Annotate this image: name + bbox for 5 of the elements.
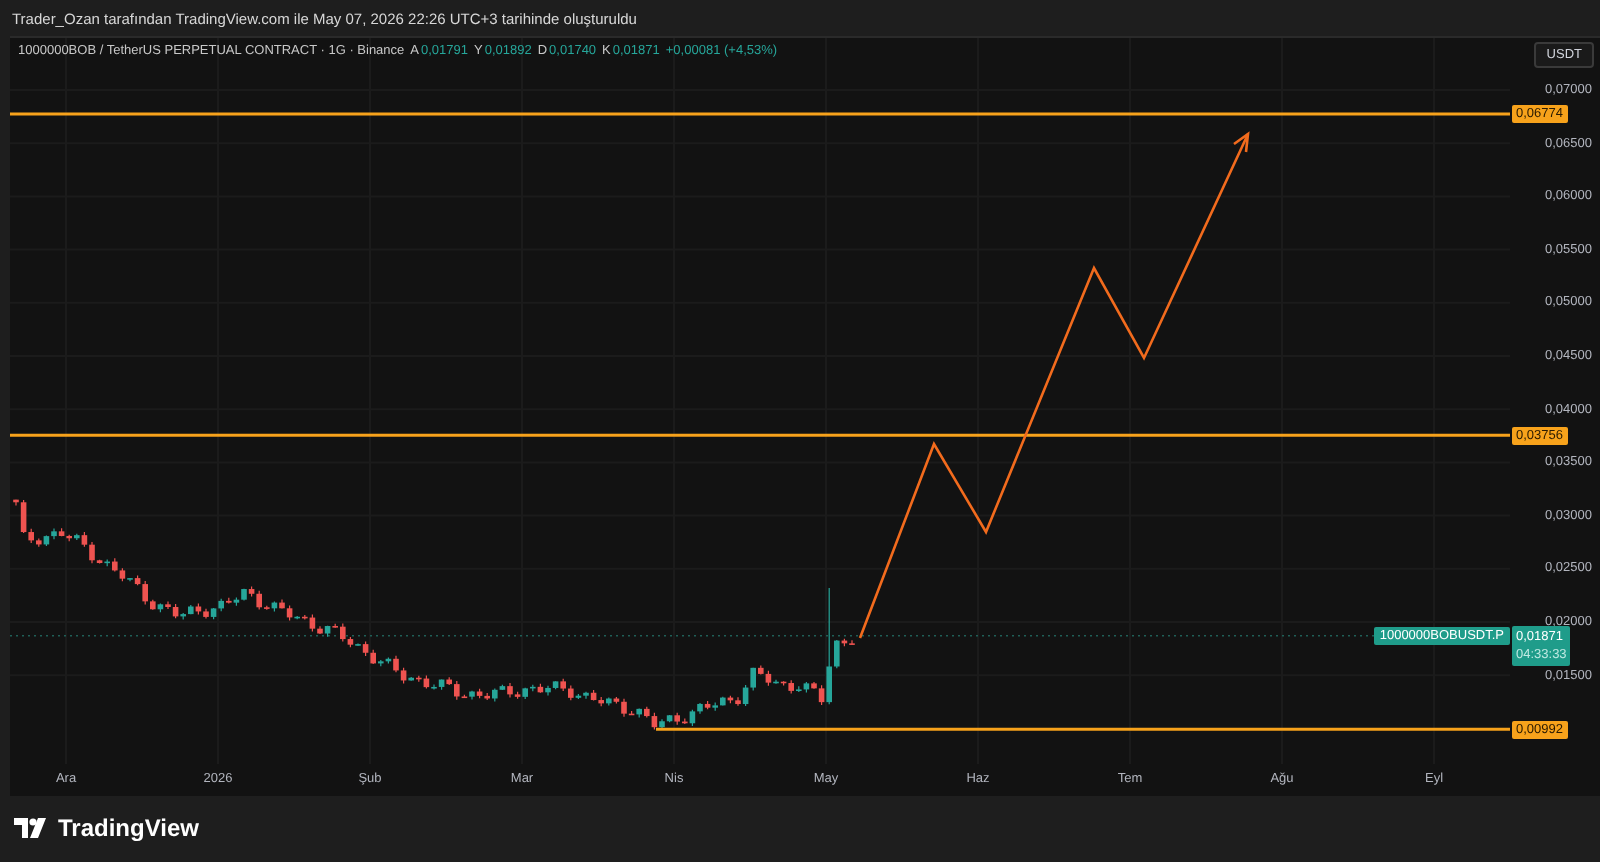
logo-text: TradingView: [58, 814, 199, 842]
level-line[interactable]: [10, 433, 1510, 437]
level-line[interactable]: [656, 727, 1510, 731]
level-line[interactable]: [10, 112, 1510, 116]
logo-icon: [14, 818, 50, 838]
